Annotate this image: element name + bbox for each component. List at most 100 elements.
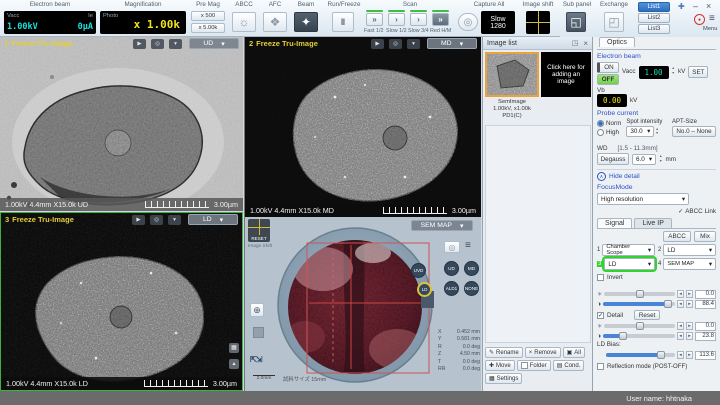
vacc-set-button[interactable]: SET: [688, 66, 708, 78]
q2-detector-select[interactable]: MD▾: [427, 38, 477, 49]
pre-mag-500-button[interactable]: x 500: [191, 11, 225, 21]
brightness-dec-icon[interactable]: ◂: [677, 290, 684, 298]
detector-ald1-button[interactable]: ALD1: [444, 281, 459, 296]
tab-signal[interactable]: Signal: [597, 218, 632, 228]
list1-button[interactable]: List1: [638, 2, 670, 12]
optics-vacc-value[interactable]: 1.00: [639, 66, 669, 79]
vacc-spin-down-icon[interactable]: ▼: [672, 72, 675, 76]
q3-caret-icon[interactable]: ▾: [168, 215, 181, 225]
abcc-link-row[interactable]: ✓ ABCC Link: [597, 208, 716, 215]
mix-button[interactable]: Mix: [694, 231, 716, 242]
invert-row[interactable]: Invert: [597, 274, 716, 281]
spot-intensity-select[interactable]: 30.0▾: [626, 126, 654, 137]
collapse-icon[interactable]: ⇱⇲: [250, 355, 261, 364]
rename-button[interactable]: ✎Rename: [485, 347, 523, 358]
high-radio[interactable]: [597, 129, 604, 136]
map-menu-icon[interactable]: ≡: [465, 240, 471, 251]
q3-camera-icon[interactable]: ◎: [150, 215, 163, 225]
stage-ld-button[interactable]: LD: [417, 282, 432, 297]
q3-play-icon[interactable]: ▶: [132, 215, 145, 225]
norm-radio[interactable]: [597, 120, 604, 127]
q2-play-icon[interactable]: ▶: [371, 39, 384, 49]
ld-bias-dec-icon[interactable]: ◂: [677, 351, 684, 359]
detector-md-button[interactable]: MD: [464, 261, 479, 276]
viewport-q1[interactable]: 1 Freeze Tru-Image ▶ ◎ ▾ UD▾ 1.00kV 4.4m…: [0, 37, 243, 211]
channel3-select-active[interactable]: LD▾: [604, 258, 655, 270]
settings-button[interactable]: ▦Settings: [485, 373, 522, 384]
abcc-button[interactable]: ☼: [232, 12, 256, 32]
run-freeze-button[interactable]: ‖: [332, 12, 354, 32]
exchange-button[interactable]: ◰: [604, 12, 624, 32]
sem-image-q1[interactable]: [0, 37, 243, 211]
image-list-close-icon[interactable]: ×: [583, 39, 588, 48]
q1-caret-icon[interactable]: ▾: [169, 39, 182, 49]
detail-brightness-slider[interactable]: [604, 324, 675, 328]
beam-off-button[interactable]: OFF: [597, 74, 619, 85]
sub-panel-button[interactable]: ◱: [566, 12, 586, 32]
spot-spin-down-icon[interactable]: ▼: [655, 132, 658, 136]
beam-on-button[interactable]: ON: [597, 62, 619, 73]
q3-detector-select[interactable]: LD▾: [188, 214, 238, 225]
scan-slow-half-button[interactable]: ›: [388, 13, 405, 26]
image-shift-display[interactable]: [526, 11, 550, 34]
q1-detector-select[interactable]: UD▾: [189, 38, 239, 49]
brightness-inc-icon[interactable]: ▸: [686, 290, 693, 298]
viewport-q3-active[interactable]: 3 Freeze Tru-Image ▶ ◎ ▾ LD▾ ▦ ▲ 1.00kV …: [0, 212, 243, 391]
tab-optics[interactable]: Optics: [599, 37, 635, 47]
sem-image-q2[interactable]: [245, 37, 481, 217]
map-zoom-button[interactable]: ⊕: [250, 303, 264, 317]
holder-icon[interactable]: [253, 327, 264, 338]
detail-checkbox[interactable]: ✓: [597, 312, 604, 319]
beam-button[interactable]: ✦: [294, 12, 318, 32]
detector-none-button[interactable]: NONE: [464, 281, 479, 296]
detail-contrast-inc-icon[interactable]: ▸: [686, 332, 693, 340]
map-camera-button[interactable]: ◎: [444, 241, 460, 253]
sem-map-mode-select[interactable]: SEM MAP▾: [411, 220, 473, 231]
image-shift-reset-button[interactable]: RESET: [248, 219, 270, 242]
contrast-slider[interactable]: [603, 302, 675, 306]
pre-mag-5k-button[interactable]: x 5.00k: [191, 23, 225, 33]
contrast-inc-icon[interactable]: ▸: [686, 300, 693, 308]
list3-button[interactable]: List3: [638, 24, 670, 34]
q1-play-icon[interactable]: ▶: [133, 39, 146, 49]
viewport-sem-map[interactable]: SEM MAP▾ RESET Image Shift UVD LD ◎ ≡ UD…: [244, 217, 481, 391]
q1-camera-icon[interactable]: ◎: [151, 39, 164, 49]
hide-detail-row[interactable]: ∧ Hide detail: [597, 169, 716, 181]
brightness-slider[interactable]: [604, 292, 675, 296]
apt-size-select[interactable]: No.0 – None: [672, 126, 716, 137]
wd-spin-up-icon[interactable]: ▲: [659, 155, 662, 159]
tab-live-ip[interactable]: Live IP: [634, 218, 671, 228]
capture-button[interactable]: ◎: [458, 13, 478, 31]
list2-button[interactable]: List2: [638, 13, 670, 23]
scan-fast-button[interactable]: »: [366, 13, 383, 26]
stage-uvd-button[interactable]: UVD: [411, 263, 426, 278]
vacc-spin-up-icon[interactable]: ▲: [672, 67, 675, 71]
detail-contrast-slider[interactable]: [603, 334, 675, 338]
move-window-icon[interactable]: ✚: [678, 2, 685, 11]
q3-arrow-tool-icon[interactable]: ▲: [229, 359, 239, 369]
viewport-q2[interactable]: 2 Freeze Tru-Image ▶ ◎ ▾ MD▾ 1.00kV 4.4m…: [244, 37, 481, 217]
focus-mode-select[interactable]: High resolution▾: [597, 193, 689, 205]
channel4-select[interactable]: SEM MAP▾: [663, 258, 716, 270]
reset-button[interactable]: Reset: [634, 310, 660, 320]
ld-bias-inc-icon[interactable]: ▸: [686, 351, 693, 359]
q2-camera-icon[interactable]: ◎: [389, 39, 402, 49]
pin-icon[interactable]: ◳: [572, 39, 579, 47]
all-button[interactable]: ▣All: [563, 347, 585, 358]
record-icon[interactable]: ●: [694, 14, 705, 25]
wd-select[interactable]: 6.0▾: [632, 154, 656, 165]
wd-spin-down-icon[interactable]: ▼: [659, 160, 662, 164]
channel1-select[interactable]: Chamber Scope▾: [602, 244, 655, 256]
degauss-button[interactable]: Degauss: [597, 153, 629, 165]
afc-button[interactable]: ❖: [263, 12, 287, 32]
ld-bias-slider[interactable]: [606, 353, 675, 357]
scan-red-button[interactable]: »: [432, 13, 449, 26]
detector-ud-button[interactable]: UD: [444, 261, 459, 276]
detail-contrast-dec-icon[interactable]: ◂: [677, 332, 684, 340]
reflection-row[interactable]: Reflection mode (POST-OFF): [597, 363, 716, 370]
scan-slow-34-button[interactable]: ›: [410, 13, 427, 26]
image-thumbnail[interactable]: [485, 52, 539, 97]
detail-brightness-inc-icon[interactable]: ▸: [686, 322, 693, 330]
remove-button[interactable]: ×Remove: [525, 347, 561, 358]
folder-button[interactable]: Folder: [517, 360, 551, 371]
